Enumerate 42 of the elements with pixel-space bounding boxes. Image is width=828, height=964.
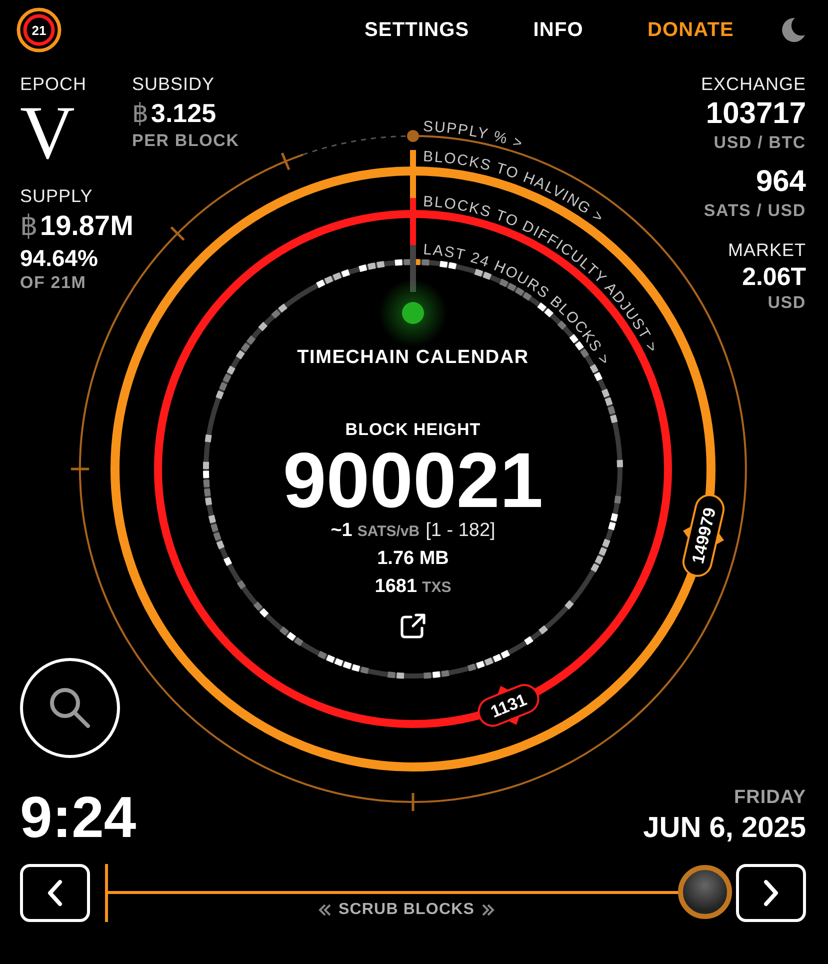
nav-link[interactable]: SETTINGS <box>364 18 470 42</box>
epoch-numeral: V <box>20 98 76 168</box>
supply-value: ฿19.87M <box>20 209 134 243</box>
nav-link[interactable]: DONATE <box>647 18 734 42</box>
fee-rate: ~1 SATS/vB [1 - 182] <box>330 519 496 543</box>
weekday: FRIDAY <box>734 786 806 810</box>
stat-unit: SATS / USD <box>704 200 806 222</box>
stat-value: 964 <box>756 164 806 200</box>
supply-percent: 94.64% <box>20 244 100 272</box>
slider-label: SCRUB BLOCKS <box>338 900 475 920</box>
clock-time: 9:24 <box>20 790 136 846</box>
height-label: BLOCK HEIGHT <box>345 419 481 441</box>
previous-button[interactable] <box>20 864 90 922</box>
stat-label: SUPPLY <box>20 185 94 208</box>
stat-unit: USD <box>768 292 806 314</box>
scrub-track[interactable]: SCRUB BLOCKS <box>105 864 732 922</box>
block-size: 1.76 MB <box>377 547 449 571</box>
stat-unit: OF 21M <box>20 272 88 294</box>
slider-thumb[interactable] <box>678 865 732 919</box>
stat-label: EXCHANGE <box>700 73 806 96</box>
stat-label: MARKET <box>728 239 806 262</box>
stat-label: SUBSIDY <box>132 73 216 96</box>
tx-count: 1681 TXS <box>374 575 452 599</box>
search-button[interactable] <box>20 658 120 758</box>
stat-label: EPOCH <box>20 73 88 96</box>
stat-unit: PER BLOCK <box>132 130 240 152</box>
stat-value: 2.06T <box>742 262 806 292</box>
subsidy-value: ฿3.125 <box>132 97 218 130</box>
chevron-right-icon <box>762 879 780 907</box>
stat-value: 103717 <box>706 96 806 132</box>
double-chevron-left-icon <box>318 904 332 916</box>
block-height: 900021 <box>282 442 544 518</box>
logo[interactable]: 21 <box>16 7 62 53</box>
next-button[interactable] <box>736 864 806 922</box>
chevron-left-icon <box>46 879 64 907</box>
app-title: TIMECHAIN CALENDAR <box>297 346 529 370</box>
dot-glow <box>379 279 447 347</box>
double-chevron-right-icon <box>480 904 495 916</box>
date: JUN 6, 2025 <box>643 811 806 846</box>
external-link-icon[interactable] <box>399 612 427 640</box>
stat-unit: USD / BTC <box>714 132 806 154</box>
nav-link[interactable]: INFO <box>533 18 584 42</box>
